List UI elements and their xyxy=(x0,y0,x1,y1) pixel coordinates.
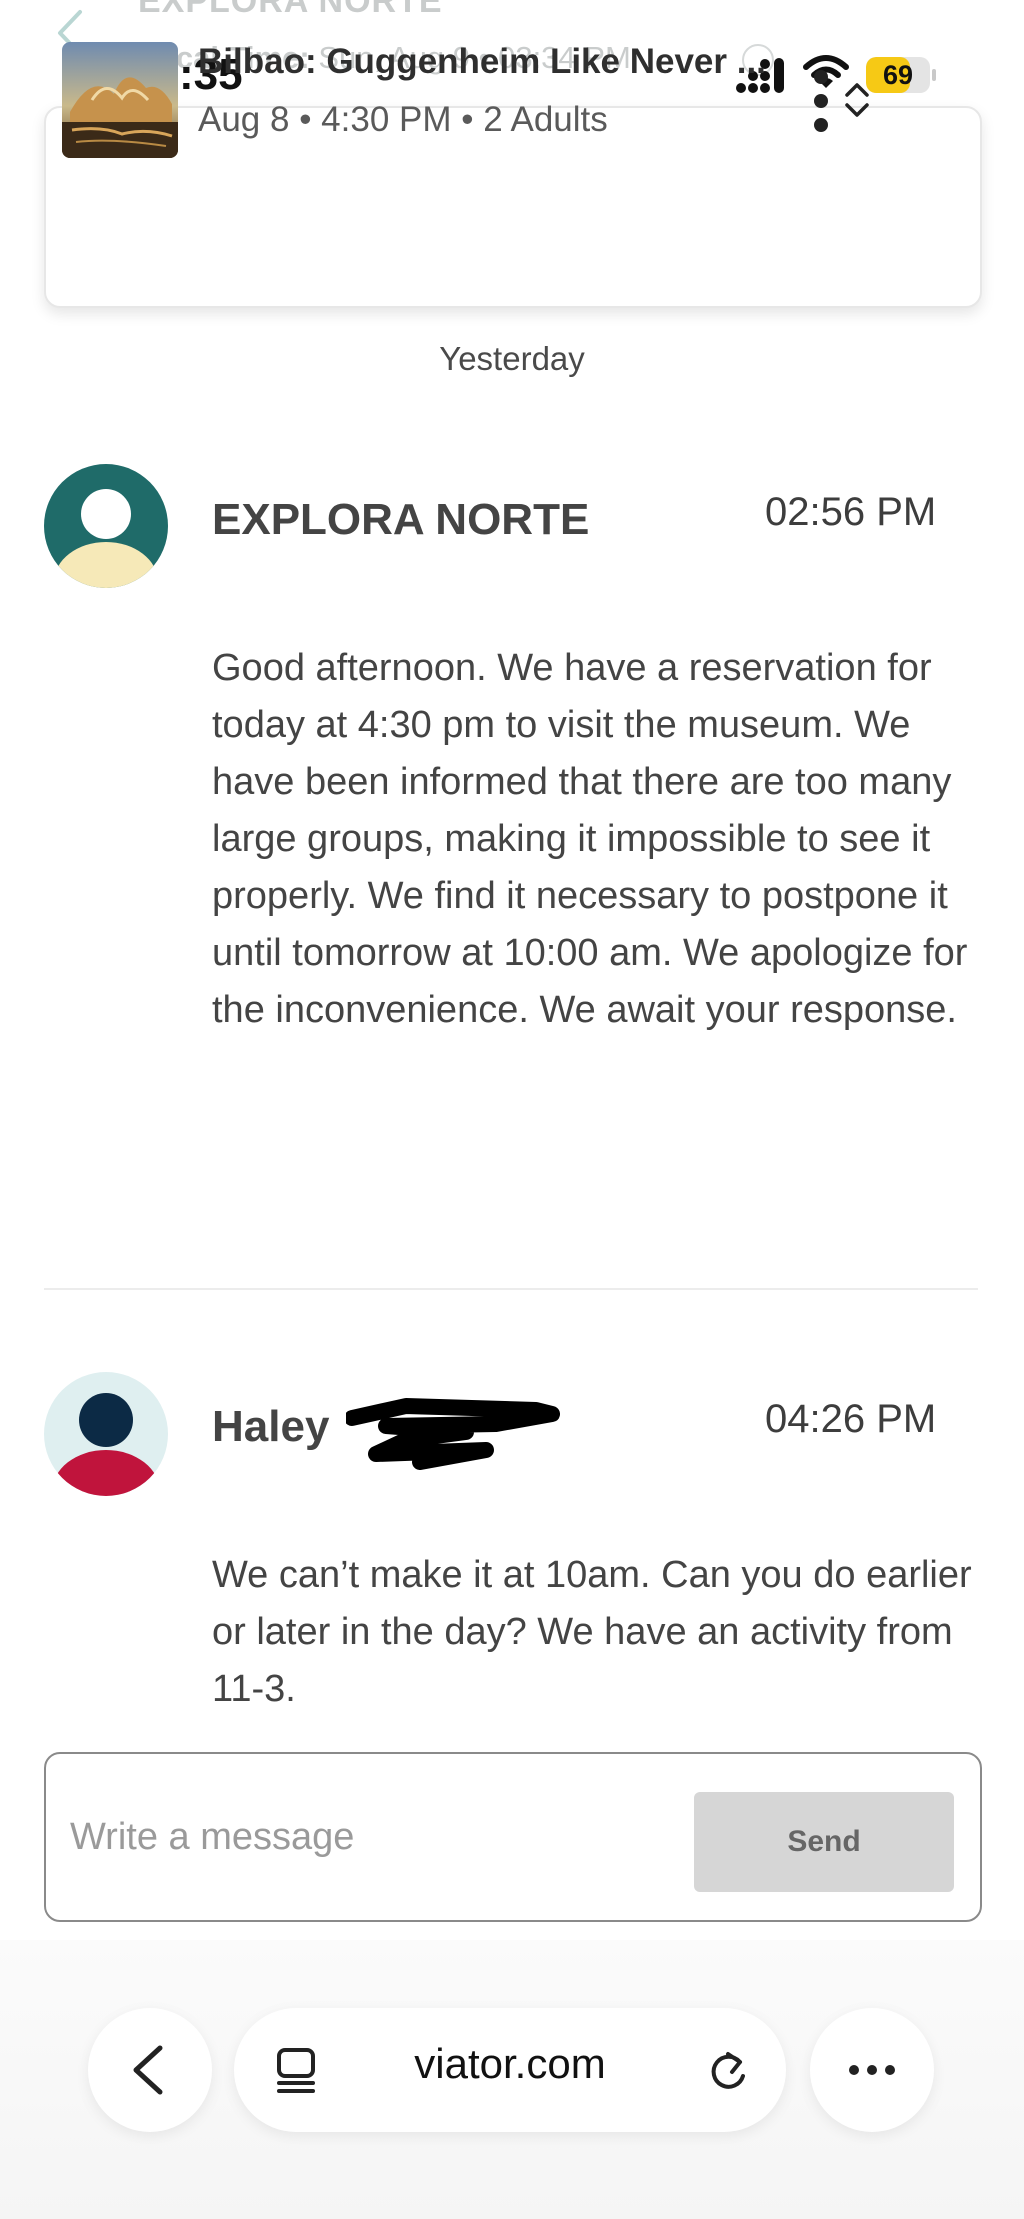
expand-collapse-icon[interactable] xyxy=(842,80,872,120)
message-text: Good afternoon. We have a reservation fo… xyxy=(212,647,968,1031)
message-text: We can’t make it at 10am. Can you do ear… xyxy=(212,1554,972,1710)
message-time: 02:56 PM xyxy=(765,490,937,534)
back-arrow-icon xyxy=(133,2045,163,2095)
conversation-title: EXPLORA NORTE xyxy=(138,0,443,20)
booking-title: Bilbao: Guggenheim Like Never ... xyxy=(198,42,766,81)
avatar-head xyxy=(79,1393,133,1447)
browser-back-button[interactable] xyxy=(88,2008,212,2132)
more-horizontal-icon xyxy=(849,2065,895,2075)
more-options-icon[interactable] xyxy=(812,68,830,134)
reload-icon[interactable] xyxy=(706,2046,750,2094)
message-sender: EXPLORA NORTE xyxy=(212,495,590,544)
message-divider xyxy=(44,1288,978,1290)
message-input[interactable] xyxy=(70,1802,670,1872)
booking-details: Aug 8 • 4:30 PM • 2 Adults xyxy=(198,100,608,139)
avatar xyxy=(44,1372,168,1496)
message-sender: Haley xyxy=(212,1402,330,1451)
avatar xyxy=(44,464,168,588)
redaction-scribble xyxy=(346,1398,560,1470)
url-text[interactable]: viator.com xyxy=(350,2040,670,2088)
battery-level: 69 xyxy=(882,60,914,90)
browser-more-button[interactable] xyxy=(810,2008,934,2132)
tabs-icon[interactable] xyxy=(274,2046,318,2094)
booking-thumbnail xyxy=(62,42,178,158)
message-time: 04:26 PM xyxy=(765,1397,937,1441)
battery-indicator: 69 xyxy=(866,57,936,93)
send-button[interactable]: Send xyxy=(694,1792,954,1892)
date-divider: Yesterday xyxy=(439,340,585,377)
